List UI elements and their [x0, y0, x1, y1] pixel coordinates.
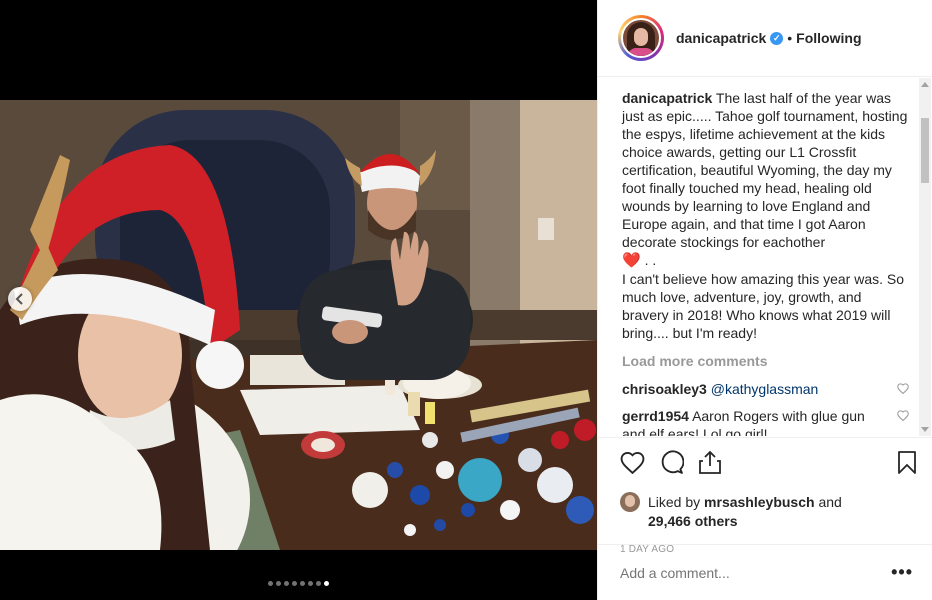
carousel-dot: [308, 581, 313, 586]
header-separator: •: [787, 30, 793, 46]
following-button[interactable]: Following: [796, 30, 861, 46]
carousel-dot: [292, 581, 297, 586]
post-sidebar: danicapatrick ✓ • Following danicapatric…: [597, 0, 932, 600]
comment-like-heart-icon[interactable]: [889, 409, 909, 427]
bookmark-icon[interactable]: [897, 450, 917, 475]
post-header: danicapatrick ✓ • Following: [598, 0, 932, 77]
carousel-dot: [300, 581, 305, 586]
comment-like-heart-icon[interactable]: [889, 382, 909, 400]
carousel-dot: [284, 581, 289, 586]
likes-others-link[interactable]: 29,466 others: [620, 512, 917, 530]
story-ring[interactable]: [618, 15, 664, 61]
comment-icon[interactable]: [659, 450, 684, 475]
caption-text-2: I can't believe how amazing this year wa…: [622, 271, 908, 341]
add-comment-input[interactable]: [620, 564, 892, 581]
caption-username[interactable]: danicapatrick: [622, 90, 712, 106]
header-username[interactable]: danicapatrick: [676, 30, 766, 46]
photo-illustration: [0, 100, 597, 550]
liker-avatar[interactable]: [620, 492, 640, 512]
post-caption: danicapatrick The last half of the year …: [622, 89, 909, 342]
carousel-prev-button[interactable]: [8, 287, 32, 311]
scrollbar-thumb[interactable]: [921, 118, 929, 183]
carousel-dot: [268, 581, 273, 586]
heart-icon[interactable]: [620, 451, 645, 474]
likes-summary: Liked by mrsashleybusch and: [620, 492, 917, 512]
post-photo[interactable]: [0, 100, 597, 550]
liker-username[interactable]: mrsashleybusch: [704, 494, 815, 510]
comments-section[interactable]: danicapatrick The last half of the year …: [598, 78, 932, 436]
add-comment-bar: •••: [598, 544, 932, 600]
comment-item: chrisoakley3 @kathyglassman: [622, 380, 909, 400]
load-more-comments-link[interactable]: Load more comments: [622, 352, 909, 370]
carousel-dot: [276, 581, 281, 586]
chevron-left-icon: [15, 293, 23, 305]
post-actions: Liked by mrsashleybusch and 29,466 other…: [598, 437, 932, 555]
carousel-dot: [316, 581, 321, 586]
comments-scrollbar[interactable]: [919, 78, 931, 436]
scroll-up-icon[interactable]: [921, 82, 929, 87]
carousel-indicator: [0, 581, 597, 586]
share-icon[interactable]: [698, 450, 722, 475]
likes-conj: and: [818, 494, 842, 510]
caption-dots: . .: [644, 252, 657, 268]
comment-username[interactable]: gerrd1954: [622, 408, 689, 424]
avatar[interactable]: [621, 18, 661, 58]
carousel-dot-active: [324, 581, 329, 586]
comment-mention[interactable]: @kathyglassman: [711, 381, 819, 397]
scroll-down-icon[interactable]: [921, 427, 929, 432]
verified-badge-icon: ✓: [770, 31, 784, 45]
liked-by-text: Liked by: [648, 494, 701, 510]
more-options-icon[interactable]: •••: [891, 562, 913, 583]
red-heart-emoji: ❤️: [622, 252, 641, 269]
comment-username[interactable]: chrisoakley3: [622, 381, 707, 397]
comment-item: gerrd1954 Aaron Rogers with glue gun and…: [622, 407, 909, 436]
post-media: [0, 0, 597, 600]
caption-text-1: The last half of the year was just as ep…: [622, 90, 912, 250]
